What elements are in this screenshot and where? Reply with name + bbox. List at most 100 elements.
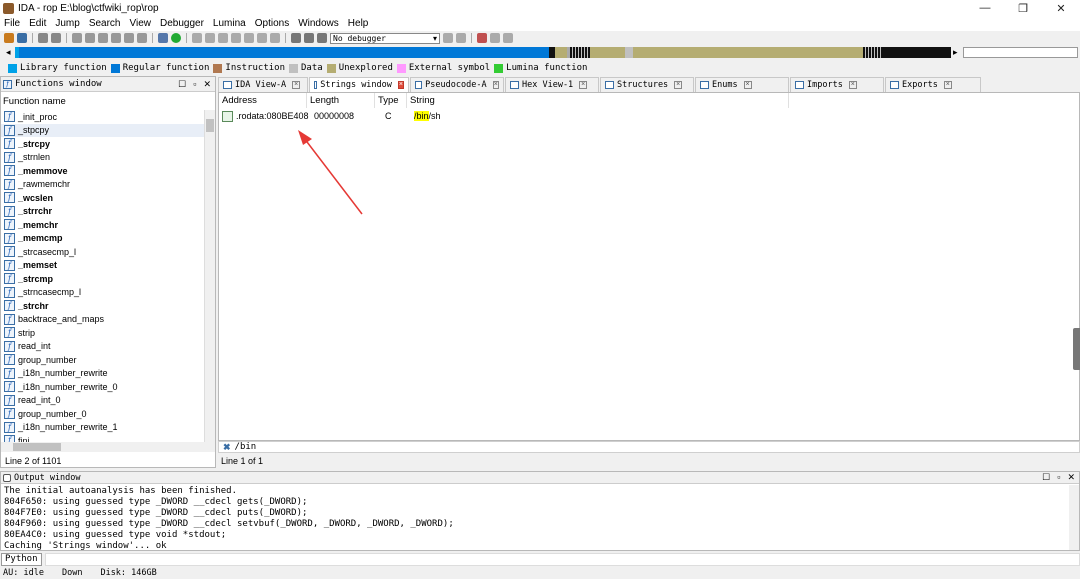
save-icon[interactable] xyxy=(17,33,27,43)
menu-view[interactable]: View xyxy=(130,18,152,29)
navigation-combo[interactable] xyxy=(963,47,1078,58)
column-string[interactable]: String xyxy=(407,93,789,108)
down-icon[interactable] xyxy=(124,33,134,43)
menu-help[interactable]: Help xyxy=(348,18,369,29)
menu-file[interactable]: File xyxy=(4,18,20,29)
tab-close-icon[interactable]: × xyxy=(674,81,683,89)
menu-jump[interactable]: Jump xyxy=(55,18,79,29)
menu-search[interactable]: Search xyxy=(89,18,121,29)
close-icon[interactable]: ✕ xyxy=(1067,472,1075,483)
side-grip[interactable] xyxy=(1073,328,1080,370)
float-icon[interactable]: ☐ xyxy=(178,79,186,90)
menu-options[interactable]: Options xyxy=(255,18,289,29)
pause-icon[interactable] xyxy=(304,33,314,43)
column-address[interactable]: Address xyxy=(219,93,307,108)
tab-close-icon[interactable]: × xyxy=(579,81,588,89)
filter-text[interactable]: /bin xyxy=(235,442,257,452)
function-list-item[interactable]: f _memset xyxy=(1,259,204,273)
function-list-item[interactable]: f _i18n_number_rewrite_0 xyxy=(1,380,204,394)
navigation-bar[interactable] xyxy=(15,47,951,58)
function-list-item[interactable]: f strip xyxy=(1,326,204,340)
arrow-icon[interactable] xyxy=(244,33,254,43)
scroll-thumb[interactable] xyxy=(206,119,214,132)
open-icon[interactable] xyxy=(4,33,14,43)
close-filter-icon[interactable]: ✖ xyxy=(223,442,231,453)
forward-icon[interactable] xyxy=(51,33,61,43)
tab-close-icon[interactable]: × xyxy=(743,81,752,89)
command-input[interactable] xyxy=(44,552,1080,566)
play-icon[interactable] xyxy=(291,33,301,43)
function-list-item[interactable]: f _strcasecmp_l xyxy=(1,245,204,259)
python-button[interactable]: Python xyxy=(1,552,42,566)
code-icon[interactable] xyxy=(192,33,202,43)
close-window-button[interactable]: ✕ xyxy=(1042,2,1080,15)
function-list-item[interactable]: f _rawmemchr xyxy=(1,178,204,192)
minimize-button[interactable]: — xyxy=(966,2,1004,15)
struct-icon[interactable] xyxy=(218,33,228,43)
debug-options-icon[interactable] xyxy=(443,33,453,43)
name-icon[interactable] xyxy=(257,33,267,43)
functions-vertical-scrollbar[interactable] xyxy=(204,110,215,442)
function-list-item[interactable]: f _wcslen xyxy=(1,191,204,205)
function-list-item[interactable]: f fini xyxy=(1,434,204,442)
debug-attach-icon[interactable] xyxy=(456,33,466,43)
tab-close-icon[interactable]: × xyxy=(492,81,499,89)
function-list-item[interactable]: f _strnlen xyxy=(1,151,204,165)
menu-windows[interactable]: Windows xyxy=(298,18,339,29)
function-list-item[interactable]: f _strchr xyxy=(1,299,204,313)
column-length[interactable]: Length xyxy=(307,93,375,108)
column-type[interactable]: Type xyxy=(375,93,407,108)
pin-icon[interactable]: ▫ xyxy=(1057,472,1060,483)
cross-icon[interactable] xyxy=(270,33,280,43)
tab-close-icon[interactable]: × xyxy=(397,81,404,89)
menu-edit[interactable]: Edit xyxy=(29,18,46,29)
function-list-item[interactable]: f _i18n_number_rewrite_1 xyxy=(1,421,204,435)
unknown-icon[interactable] xyxy=(137,33,147,43)
function-list-item[interactable]: f read_int xyxy=(1,340,204,354)
lumina-pull-icon[interactable] xyxy=(477,33,487,43)
debugger-select[interactable]: No debugger ▾ xyxy=(330,32,440,44)
close-icon[interactable]: ✕ xyxy=(203,79,211,90)
function-list-item[interactable]: f _strcpy xyxy=(1,137,204,151)
nav-left-arrow-icon[interactable]: ◂ xyxy=(6,47,11,58)
strings-row[interactable]: .rodata:080BE408 00000008 C /bin/sh xyxy=(219,109,441,123)
function-list-item[interactable]: f _strncasecmp_l xyxy=(1,286,204,300)
functions-horizontal-scrollbar[interactable] xyxy=(1,442,215,452)
nav-right-arrow-icon[interactable]: ▸ xyxy=(953,47,958,58)
function-list-item[interactable]: f group_number xyxy=(1,353,204,367)
text-search-icon[interactable] xyxy=(111,33,121,43)
tab-close-icon[interactable]: × xyxy=(848,81,857,89)
tab-imports[interactable]: Imports × xyxy=(790,77,884,92)
tab-strings-window[interactable]: Strings window × xyxy=(309,77,409,92)
tab-hex-view-1[interactable]: Hex View-1 × xyxy=(505,77,599,92)
function-list-item[interactable]: f _i18n_number_rewrite xyxy=(1,367,204,381)
function-list-item[interactable]: f backtrace_and_maps xyxy=(1,313,204,327)
function-list-item[interactable]: f _init_proc xyxy=(1,110,204,124)
tab-enums[interactable]: Enums × xyxy=(695,77,789,92)
function-list-item[interactable]: f _stpcpy xyxy=(1,123,204,137)
scroll-thumb[interactable] xyxy=(13,443,61,451)
tab-exports[interactable]: Exports × xyxy=(885,77,981,92)
tab-pseudocode-a[interactable]: Pseudocode-A × xyxy=(410,77,504,92)
copy-icon[interactable] xyxy=(72,33,82,43)
maximize-button[interactable]: ❐ xyxy=(1004,2,1042,15)
function-list-item[interactable]: f group_number_0 xyxy=(1,407,204,421)
pin-icon[interactable]: ▫ xyxy=(193,79,196,90)
green-dot-icon[interactable] xyxy=(171,33,181,43)
function-list-item[interactable]: f read_int_0 xyxy=(1,394,204,408)
graph-icon[interactable] xyxy=(158,33,168,43)
function-list-item[interactable]: f _memchr xyxy=(1,218,204,232)
paste-icon[interactable] xyxy=(85,33,95,43)
data-icon[interactable] xyxy=(205,33,215,43)
function-name-column-header[interactable]: Function name xyxy=(3,96,66,107)
function-list-item[interactable]: f _strcmp xyxy=(1,272,204,286)
plus-icon[interactable] xyxy=(231,33,241,43)
menu-debugger[interactable]: Debugger xyxy=(160,18,204,29)
tab-close-icon[interactable]: × xyxy=(292,81,301,89)
tab-close-icon[interactable]: × xyxy=(943,81,952,89)
lumina-view-icon[interactable] xyxy=(503,33,513,43)
function-list-item[interactable]: f _memcmp xyxy=(1,232,204,246)
stop-icon[interactable] xyxy=(317,33,327,43)
strings-filter-bar[interactable]: ✖ /bin xyxy=(218,441,1080,453)
back-icon[interactable] xyxy=(38,33,48,43)
